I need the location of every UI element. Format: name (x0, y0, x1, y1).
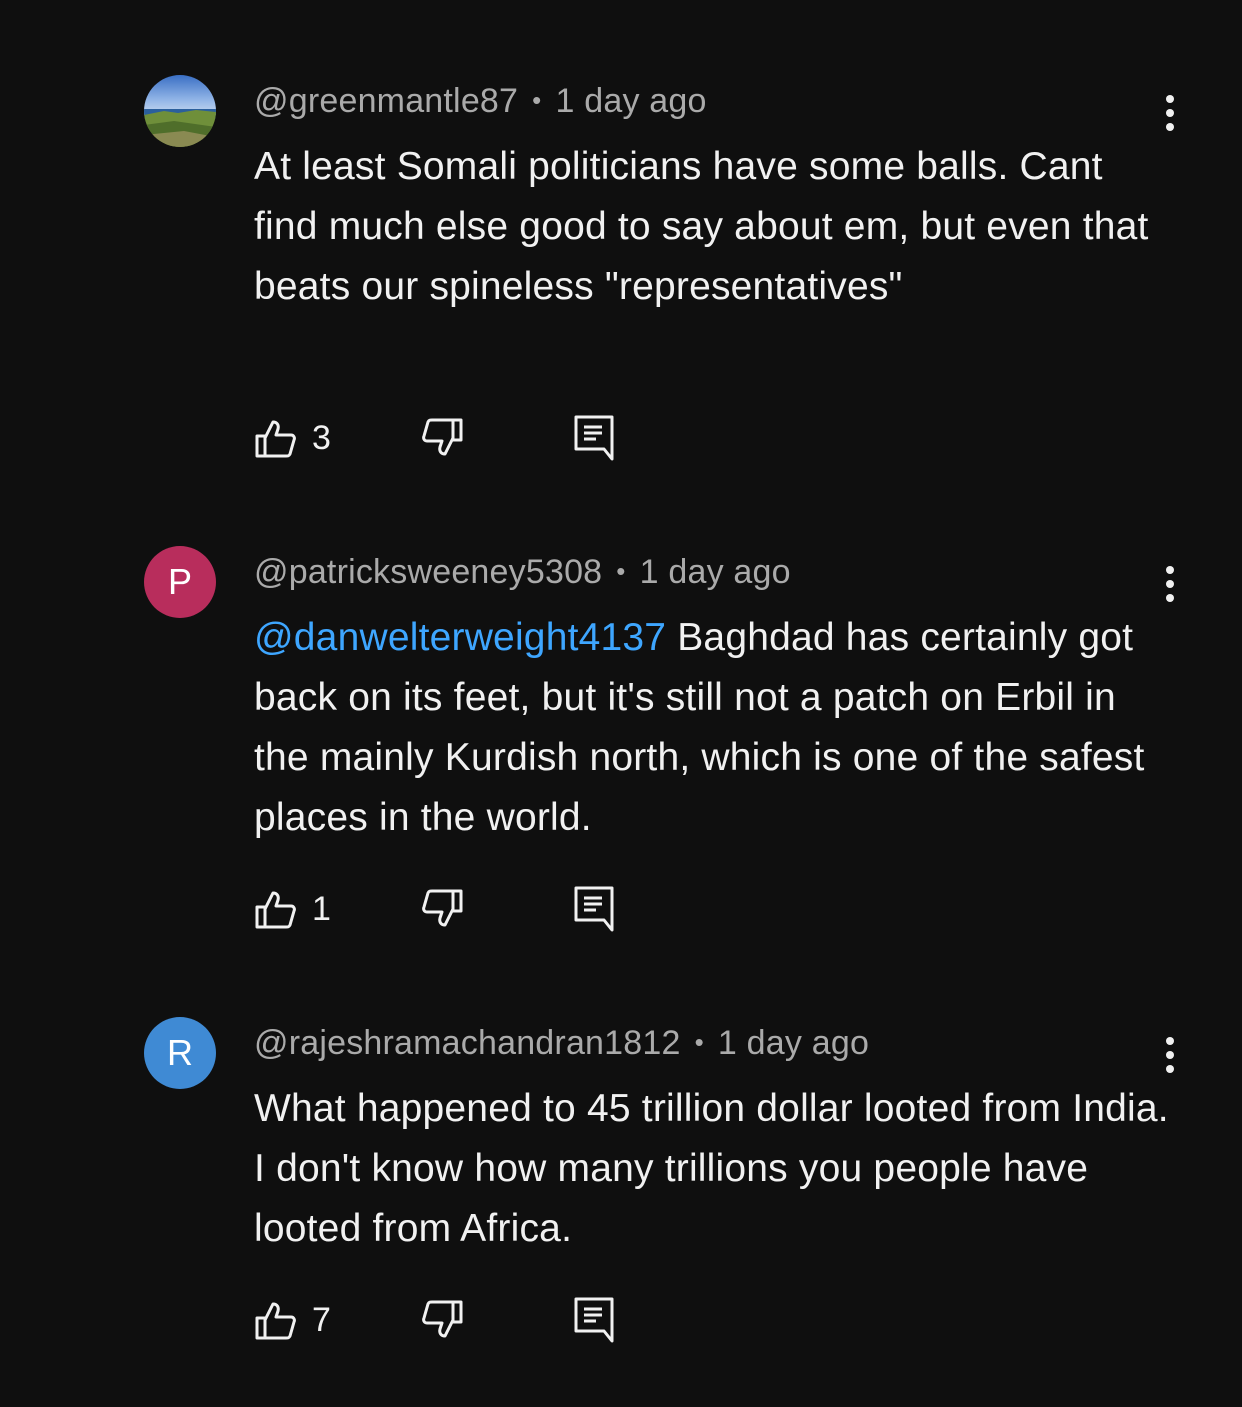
comment-actions: 3 (254, 413, 674, 463)
more-vertical-icon (1166, 95, 1174, 131)
comment-author[interactable]: @patricksweeney5308 (254, 553, 602, 592)
reply-comment-icon (574, 1297, 614, 1343)
more-options-button[interactable] (1150, 1033, 1190, 1077)
dislike-button[interactable] (420, 413, 464, 463)
like-button[interactable]: 3 (254, 413, 331, 463)
separator-dot: • (532, 84, 542, 115)
thumbs-down-icon (422, 418, 463, 456)
reply-comment-icon (574, 415, 614, 461)
avatar[interactable] (144, 75, 216, 147)
comment-text-content: What happened to 45 trillion dollar loot… (254, 1087, 1169, 1250)
thumbs-down-icon (422, 1300, 463, 1338)
comment-author[interactable]: @rajeshramachandran1812 (254, 1024, 681, 1063)
avatar-letter: P (167, 561, 192, 602)
comment-header: @greenmantle87 • 1 day ago (254, 79, 707, 123)
like-button[interactable]: 1 (254, 884, 331, 934)
comment-time[interactable]: 1 day ago (555, 82, 706, 121)
like-count: 3 (312, 418, 331, 457)
thumbs-up-icon (255, 891, 296, 929)
landscape-avatar-icon (144, 75, 216, 147)
comment-text: What happened to 45 trillion dollar loot… (254, 1079, 1174, 1259)
more-options-button[interactable] (1150, 91, 1190, 135)
dislike-button[interactable] (420, 884, 464, 934)
comment-text: @danwelterweight4137 Baghdad has certain… (254, 608, 1174, 848)
more-vertical-icon (1166, 566, 1174, 602)
thumbs-up-icon (255, 1302, 296, 1340)
comment-actions: 1 (254, 884, 674, 934)
avatar-letter: R (167, 1032, 193, 1073)
comment-actions: 7 (254, 1295, 674, 1345)
thumbs-up-icon (255, 420, 296, 458)
comment-header: @patricksweeney5308 • 1 day ago (254, 550, 791, 594)
avatar[interactable]: P (144, 546, 216, 618)
separator-dot: • (694, 1026, 704, 1057)
avatar[interactable]: R (144, 1017, 216, 1089)
like-button[interactable]: 7 (254, 1295, 331, 1345)
more-options-button[interactable] (1150, 562, 1190, 606)
reply-button[interactable] (572, 884, 616, 934)
more-vertical-icon (1166, 1037, 1174, 1073)
reply-comment-icon (574, 886, 614, 932)
comment-header: @rajeshramachandran1812 • 1 day ago (254, 1021, 869, 1065)
comment-time[interactable]: 1 day ago (640, 553, 791, 592)
like-count: 7 (312, 1300, 331, 1339)
comment-time[interactable]: 1 day ago (718, 1024, 869, 1063)
dislike-button[interactable] (420, 1295, 464, 1345)
comment-text: At least Somali politicians have some ba… (254, 137, 1174, 317)
comment-mention[interactable]: @danwelterweight4137 (254, 616, 666, 659)
thumbs-down-icon (422, 889, 463, 927)
reply-button[interactable] (572, 413, 616, 463)
separator-dot: • (616, 555, 626, 586)
comment-text-content: At least Somali politicians have some ba… (254, 145, 1149, 308)
reply-button[interactable] (572, 1295, 616, 1345)
like-count: 1 (312, 889, 331, 928)
comment-author[interactable]: @greenmantle87 (254, 82, 518, 121)
